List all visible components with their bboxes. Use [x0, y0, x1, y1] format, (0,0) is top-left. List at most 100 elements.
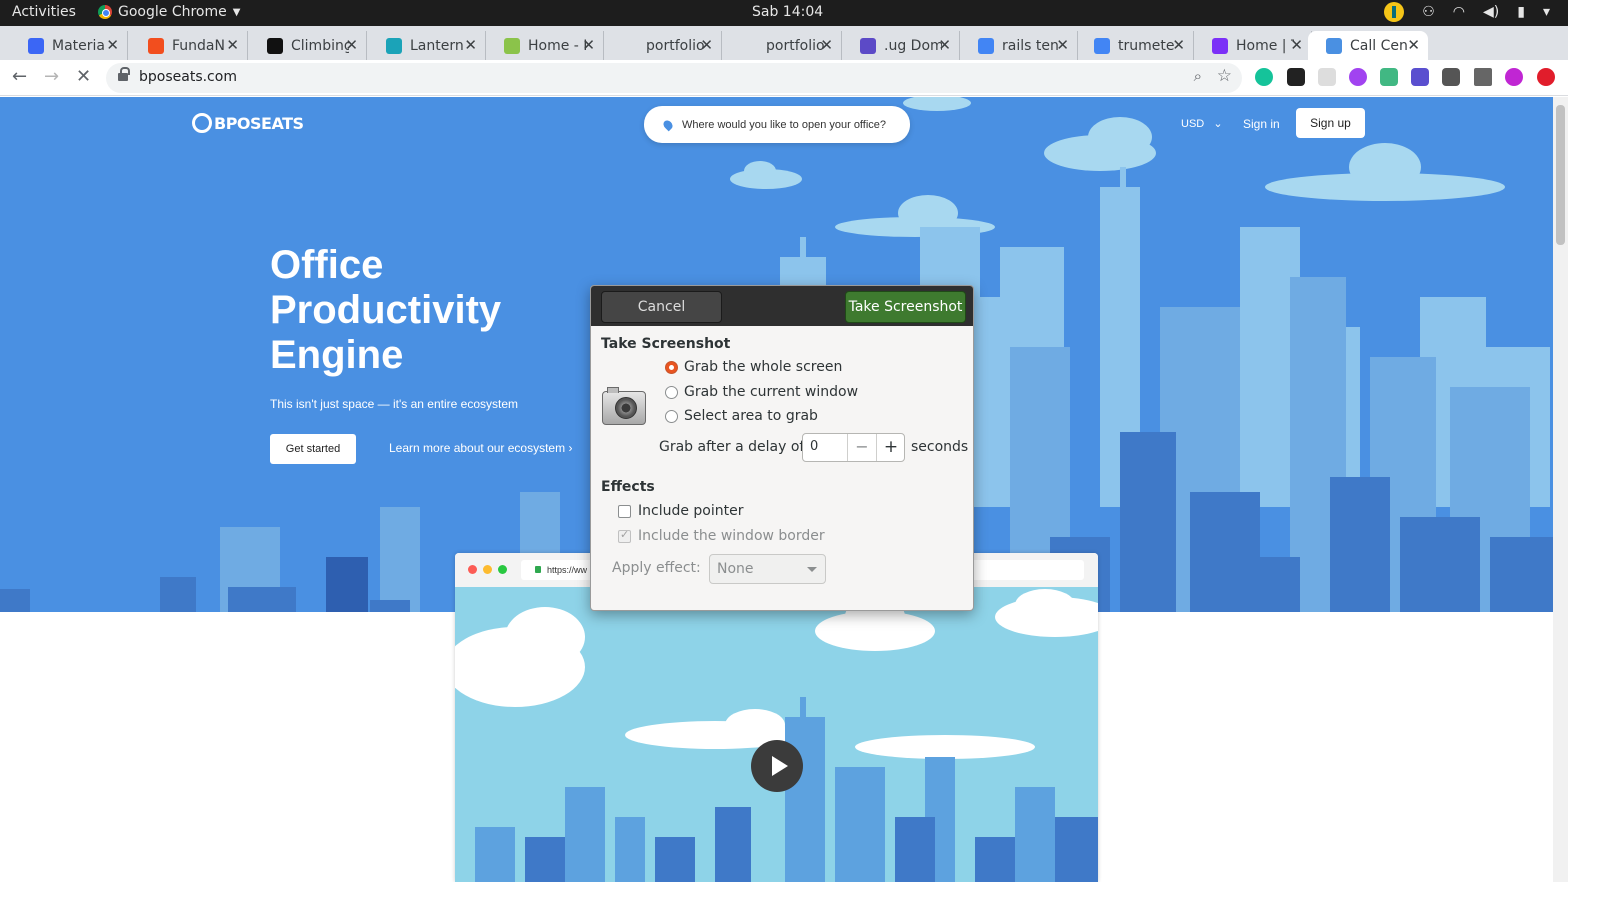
play-icon: [771, 756, 788, 776]
search-icon[interactable]: ⌕: [1194, 67, 1202, 85]
system-tray[interactable]: ⚇ ◠ ◀) ▮ ▾: [1384, 2, 1550, 22]
tab[interactable]: portfolio ✕: [724, 31, 842, 60]
tab[interactable]: Lantern ✕: [368, 31, 486, 60]
chrome-icon: [98, 5, 112, 19]
clock[interactable]: Sab 14:04: [752, 4, 823, 20]
close-tab-icon[interactable]: ✕: [582, 36, 595, 54]
tab-label: Home - F: [528, 37, 586, 54]
tab[interactable]: portfolio ✕: [604, 31, 722, 60]
lock-icon[interactable]: [118, 67, 130, 83]
close-tab-icon[interactable]: ✕: [464, 36, 477, 54]
include-border-label: Include the window border: [638, 528, 825, 544]
location-search-input[interactable]: Where would you like to open your office…: [644, 106, 910, 143]
url-text[interactable]: bposeats.com: [139, 69, 237, 85]
ug-icon: [860, 37, 876, 54]
wifi-icon[interactable]: ◠: [1453, 4, 1465, 20]
take-screenshot-heading: Take Screenshot: [601, 336, 731, 352]
include-border-checkbox[interactable]: [618, 528, 631, 543]
network-user-icon[interactable]: ⚇: [1422, 4, 1435, 20]
get-started-button[interactable]: Get started: [270, 434, 356, 464]
tab[interactable]: trumete ✕: [1076, 31, 1194, 60]
extension-icon[interactable]: [1349, 68, 1367, 86]
decrement-button[interactable]: −: [847, 434, 876, 461]
volume-icon[interactable]: ◀): [1483, 4, 1499, 20]
sign-up-button[interactable]: Sign up: [1296, 108, 1365, 138]
radio-button[interactable]: [665, 409, 678, 423]
apply-effect-dropdown[interactable]: None: [709, 554, 826, 584]
page-scrollbar[interactable]: [1553, 97, 1568, 882]
lantern-icon[interactable]: [1384, 2, 1405, 22]
close-tab-icon[interactable]: ✕: [700, 36, 713, 54]
currency-selector[interactable]: USD ⌄: [1181, 117, 1223, 130]
radio-button[interactable]: [665, 385, 678, 399]
close-tab-icon[interactable]: ✕: [345, 36, 358, 54]
battery-icon[interactable]: ▮: [1517, 4, 1525, 20]
increment-button[interactable]: +: [876, 434, 905, 461]
tab[interactable]: Home - F ✕: [486, 31, 604, 60]
sign-in-link[interactable]: Sign in: [1243, 117, 1280, 131]
tab-label: trumete: [1118, 37, 1175, 54]
back-button[interactable]: ←: [12, 66, 27, 87]
extension-icon[interactable]: [1318, 68, 1336, 86]
delay-value[interactable]: 0: [810, 439, 818, 454]
option-label: Grab the whole screen: [684, 359, 843, 375]
option-select-area[interactable]: Select area to grab: [665, 408, 818, 424]
bookmark-star-icon[interactable]: ☆: [1217, 66, 1232, 86]
chevron-down-icon[interactable]: ▾: [1543, 4, 1550, 20]
chevron-right-icon: ›: [568, 441, 573, 455]
tab[interactable]: .ug Dom ✕: [842, 31, 960, 60]
puzzle-icon[interactable]: [1474, 68, 1492, 86]
dj-icon[interactable]: [1442, 68, 1460, 86]
screenshot-dialog: Cancel Take Screenshot Take Screenshot G…: [590, 285, 974, 611]
close-tab-icon[interactable]: ✕: [106, 36, 119, 54]
close-tab-icon[interactable]: ✕: [1290, 36, 1303, 54]
tab[interactable]: Climbing ✕: [249, 31, 367, 60]
extension-icon[interactable]: [1411, 68, 1429, 86]
include-border-option[interactable]: Include the window border: [618, 528, 825, 544]
take-screenshot-button[interactable]: Take Screenshot: [845, 291, 966, 323]
scrollbar-thumb[interactable]: [1556, 105, 1565, 245]
preview-city-illustration: [455, 589, 1098, 882]
avatar-icon[interactable]: [1505, 68, 1523, 86]
app-menu[interactable]: Google Chrome ▼: [98, 4, 240, 20]
include-pointer-checkbox[interactable]: [618, 504, 631, 518]
extension-icon[interactable]: [1537, 68, 1555, 86]
option-label: Grab the current window: [684, 384, 859, 400]
tab[interactable]: FundaN ✕: [130, 31, 248, 60]
include-pointer-option[interactable]: Include pointer: [618, 503, 744, 519]
activities-button[interactable]: Activities: [12, 4, 76, 20]
preview-sky: [455, 587, 1098, 882]
tab-strip: Materia ✕ FundaN ✕ Climbing ✕ Lantern ✕ Home - F…: [0, 26, 1568, 81]
bposeats-logo[interactable]: BPOSEATS: [192, 113, 304, 133]
stop-loading-button[interactable]: ✕: [76, 66, 91, 87]
option-whole-screen[interactable]: Grab the whole screen: [665, 359, 842, 375]
currency-value: USD: [1181, 118, 1205, 130]
radio-button-selected[interactable]: [665, 360, 678, 374]
delay-spinbutton[interactable]: 0 − +: [802, 433, 905, 462]
cancel-button[interactable]: Cancel: [601, 291, 722, 323]
bposeats-icon: [1326, 37, 1342, 54]
vue-icon[interactable]: [1380, 68, 1398, 86]
option-current-window[interactable]: Grab the current window: [665, 384, 858, 400]
tab[interactable]: rails ten ✕: [960, 31, 1078, 60]
close-tab-icon[interactable]: ✕: [938, 36, 951, 54]
tab[interactable]: Materia ✕: [10, 31, 128, 60]
close-tab-icon[interactable]: ✕: [1056, 36, 1069, 54]
address-bar[interactable]: bposeats.com ⌕ ☆: [106, 63, 1242, 93]
tab[interactable]: Call Cen ✕: [1308, 31, 1428, 60]
red-dot-icon: [468, 565, 477, 574]
grammarly-icon[interactable]: [1255, 68, 1273, 86]
forward-button[interactable]: →: [44, 66, 59, 87]
close-tab-icon[interactable]: ✕: [1172, 36, 1185, 54]
tab[interactable]: Home | T ✕: [1194, 31, 1312, 60]
hi-icon: [267, 37, 283, 54]
close-tab-icon[interactable]: ✕: [820, 36, 833, 54]
close-tab-icon[interactable]: ✕: [1407, 36, 1420, 54]
learn-more-link[interactable]: Learn more about our ecosystem ›: [389, 441, 572, 455]
gnome-top-bar: Activities Google Chrome ▼ Sab 14:04 ⚇ ◠…: [0, 0, 1568, 26]
tab-label: portfolio: [646, 37, 704, 54]
page-icon: [742, 37, 758, 54]
extension-icon[interactable]: [1287, 68, 1305, 86]
close-tab-icon[interactable]: ✕: [226, 36, 239, 54]
play-button[interactable]: [751, 740, 803, 792]
